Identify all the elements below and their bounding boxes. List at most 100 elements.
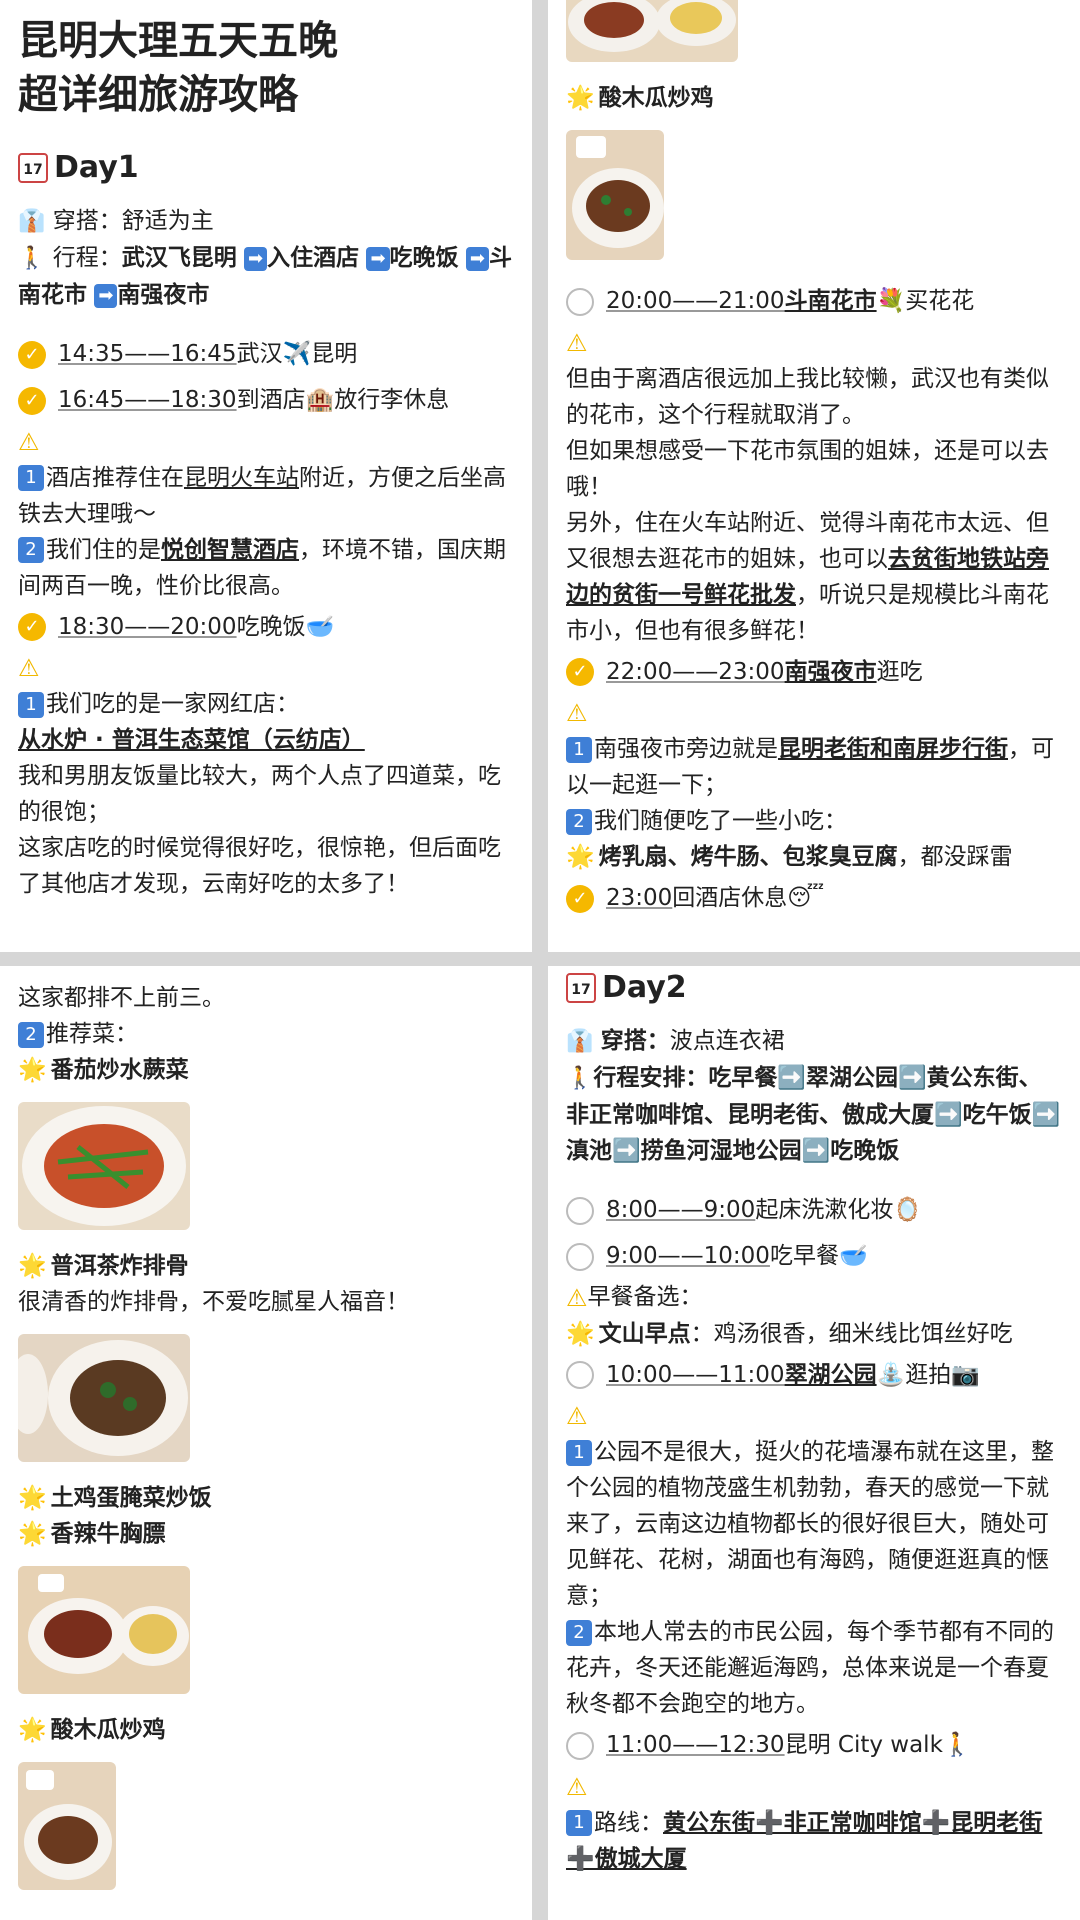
dish-label: 🌟 酸木瓜炒鸡	[18, 1712, 514, 1748]
warning-icon: ⚠	[566, 1402, 588, 1430]
number-two-icon: 2	[18, 537, 44, 563]
breakfast-label-line: ⚠早餐备选：	[566, 1279, 1062, 1316]
schedule-item: 11:00——12:30昆明 City walk🚶	[566, 1722, 1062, 1768]
warning-icon: ⚠	[566, 1772, 588, 1801]
shirt-icon: 👔	[566, 1029, 594, 1054]
panel-dishes: 这家都排不上前三。 2 推荐菜： 🌟 番茄炒水蕨菜 🌟 普洱茶炸排骨 很清香的炸排骨，…	[0, 966, 532, 1920]
star-icon: 🌟	[566, 844, 595, 870]
schedule-item: ✓ 23:00回酒店休息😴	[566, 875, 1062, 921]
paragraph: 另外，住在火车站附近、觉得斗南花市太远、但又很想去逛花市的姐妹，也可以去贫街地铁…	[566, 505, 1062, 649]
check-icon: ✓	[18, 386, 46, 415]
breakfast-label: 早餐备选：	[587, 1284, 703, 1310]
route-step: 入住酒店	[267, 245, 360, 271]
dish-note: 很清香的炸排骨，不爱吃腻星人福音！	[18, 1289, 409, 1315]
time-range: 10:00——11:00	[606, 1361, 785, 1388]
calendar-icon: 17	[18, 152, 48, 183]
note-text: 酒店推荐住在	[46, 464, 184, 491]
time-range: 11:00——12:30	[606, 1732, 785, 1758]
check-icon: ✓	[18, 613, 46, 641]
route-text: 行程安排：吃早餐➡️翠湖公园➡️黄公东街、非正常咖啡馆、昆明老街、傲成大厦➡️吃…	[566, 1065, 1061, 1164]
schedule-item: ✓ 14:35——16:45武汉✈️昆明	[18, 331, 514, 377]
star-icon: 🌟	[566, 85, 595, 111]
star-icon: 🌟	[18, 1521, 47, 1547]
arrow-icon: ➡	[465, 246, 489, 271]
dish-label: 🌟 番茄炒水蕨菜	[18, 1052, 514, 1088]
outfit-value: 舒适为主	[121, 208, 214, 234]
outfit-label: 穿搭：	[600, 1028, 670, 1054]
dish-label: 🌟 普洱茶炸排骨	[18, 1248, 514, 1284]
note-3: 1 路线：黄公东街➕非正常咖啡馆➕昆明老街➕傲城大厦	[566, 1805, 1062, 1877]
collage: 昆明大理五天五晚 超详细旅游攻略 17 Day1 👔 穿搭：舒适为主 🚶 行程：…	[0, 0, 1080, 1920]
paragraph: 我和男朋友饭量比较大，两个人点了四道菜，吃的很饱；	[18, 763, 501, 825]
check-icon: ✓	[566, 658, 594, 686]
arrow-icon: ➡	[366, 246, 390, 271]
schedule-text: 武汉✈️昆明	[236, 341, 358, 367]
dish-label: 🌟 土鸡蛋腌菜炒饭	[18, 1480, 514, 1516]
unchecked-circle-icon	[566, 1731, 594, 1760]
breakfast-text: ：鸡汤很香，细米线比饵丝好吃	[690, 1320, 1013, 1347]
time-range: 18:30——20:00	[58, 613, 237, 640]
panel-day1-start: 昆明大理五天五晚 超详细旅游攻略 17 Day1 👔 穿搭：舒适为主 🚶 行程：…	[0, 0, 532, 952]
place-name: 翠湖公园	[784, 1361, 877, 1388]
panel-day2: 17 Day2 👔 穿搭：波点连衣裙 🚶行程安排：吃早餐➡️翠湖公园➡️黄公东街…	[548, 966, 1080, 1920]
breakfast-name: 文山早点	[598, 1320, 691, 1347]
snacks-line: 🌟 烤乳扇、烤牛肠、包浆臭豆腐，都没踩雷	[566, 839, 1062, 875]
note-link: 昆明火车站	[184, 464, 299, 491]
day-heading: 17 Day2	[566, 970, 1062, 1005]
warning-icon: ⚠	[566, 328, 588, 357]
food-photo	[18, 1566, 190, 1694]
time-range: 9:00——10:00	[606, 1243, 770, 1269]
outfit-label: 穿搭：	[52, 208, 122, 234]
schedule-text: 到酒店🏨放行李休息	[236, 387, 450, 413]
schedule-text: ⛲逛拍📷	[876, 1361, 980, 1388]
paragraph: 这家都排不上前三。	[18, 985, 225, 1011]
schedule-item: ✓ 16:45——18:30到酒店🏨放行李休息	[18, 377, 514, 423]
dish-name: 普洱茶炸排骨	[50, 1253, 189, 1279]
note-3: 1 我们吃的是一家网红店：	[18, 686, 514, 722]
shirt-icon: 👔	[18, 209, 46, 234]
number-two-icon: 2	[18, 1021, 44, 1048]
note-text: 我们住的是	[46, 536, 161, 563]
outfit-value: 波点连衣裙	[669, 1028, 785, 1054]
dish-name: 番茄炒水蕨菜	[50, 1057, 189, 1083]
time-range: 20:00——21:00	[606, 288, 785, 314]
day-label: Day2	[602, 970, 687, 1005]
place-name: 昆明老街和南屏步行街	[778, 736, 1008, 762]
warning-icon: ⚠	[566, 699, 588, 727]
check-icon: ✓	[18, 340, 46, 369]
schedule-item: ✓ 18:30——20:00吃晚饭🥣	[18, 604, 514, 650]
number-one-icon: 1	[18, 465, 44, 491]
title-line-2: 超详细旅游攻略	[18, 72, 298, 118]
unchecked-circle-icon	[566, 287, 594, 316]
dish-name: 酸木瓜炒鸡	[598, 85, 714, 111]
place-name: 南强夜市	[784, 658, 877, 685]
dish-label: 🌟 酸木瓜炒鸡	[566, 80, 1062, 116]
food-photo	[8, 1334, 190, 1462]
day-heading: 17 Day1	[18, 150, 514, 185]
route-step: 武汉飞昆明	[121, 245, 237, 271]
day-label: Day1	[54, 150, 139, 185]
schedule-text: 昆明 City walk🚶	[784, 1732, 972, 1758]
food-photo	[18, 1102, 190, 1230]
note-text: 我们随便吃了一些小吃：	[594, 808, 847, 834]
unchecked-circle-icon	[566, 1196, 594, 1225]
paragraph: 这家店吃的时候觉得很好吃，很惊艳，但后面吃了其他店才发现，云南好吃的太多了！	[18, 835, 501, 897]
arrow-icon: ➡	[94, 283, 118, 308]
star-icon: 🌟	[18, 1717, 47, 1743]
number-one-icon: 1	[566, 736, 592, 763]
note-2: 2 我们住的是悦创智慧酒店，环境不错，国庆期间两百一晚，性价比很高。	[18, 532, 514, 604]
star-icon: 🌟	[566, 1320, 595, 1347]
dish-label: 🌟 香辣牛胸膘	[18, 1516, 514, 1552]
schedule-item: ✓ 22:00——23:00南强夜市逛吃	[566, 649, 1062, 695]
schedule-text: 逛吃	[876, 658, 923, 685]
number-two-icon: 2	[566, 808, 592, 835]
page-title: 昆明大理五天五晚 超详细旅游攻略	[18, 14, 514, 122]
arrow-icon: ➡	[244, 246, 268, 271]
breakfast-option: 🌟 文山早点：鸡汤很香，细米线比饵丝好吃	[566, 1316, 1062, 1352]
schedule-text: 吃晚饭🥣	[236, 613, 335, 640]
note-1: 1 公园不是很大，挺火的花墙瀑布就在这里，整个公园的植物茂盛生机勃勃，春天的感觉一…	[566, 1434, 1062, 1614]
note-text: 本地人常去的市民公园，每个季节都有不同的花卉，冬天还能邂逅海鸥，总体来说是一个春…	[566, 1619, 1054, 1717]
time-range: 23:00	[606, 885, 673, 911]
snack-names: 烤乳扇、烤牛肠、包浆臭豆腐	[598, 844, 898, 870]
note-2: 2 本地人常去的市民公园，每个季节都有不同的花卉，冬天还能邂逅海鸥，总体来说是一个…	[566, 1614, 1062, 1722]
